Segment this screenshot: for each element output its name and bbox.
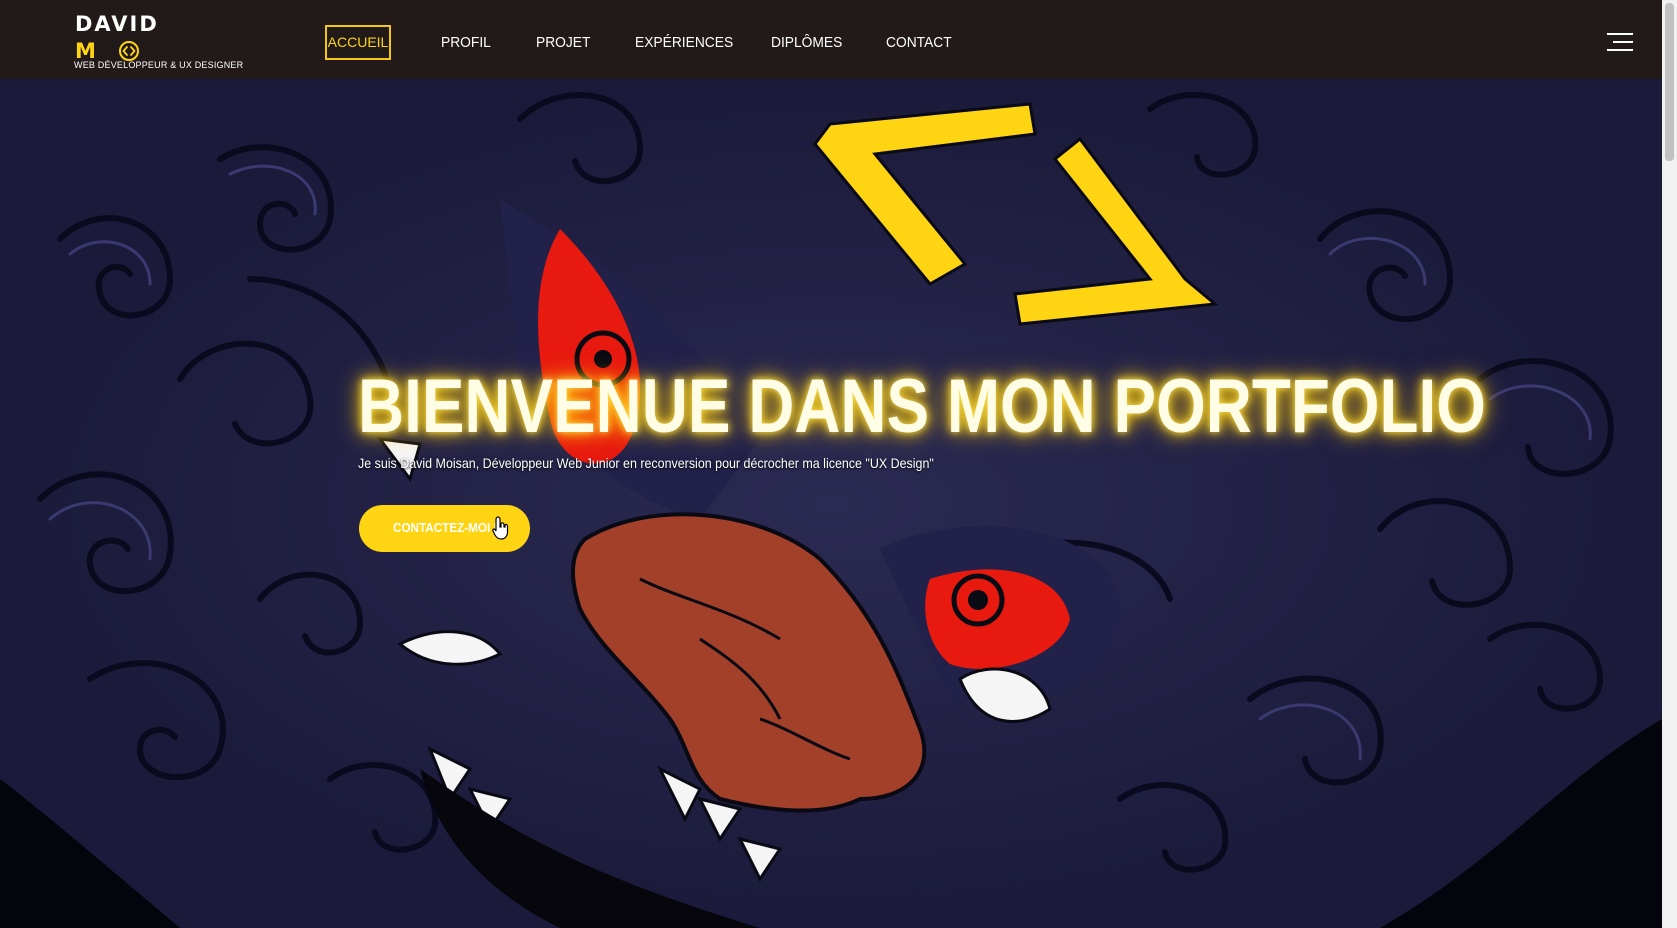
hero-title: BIENVENUE DANS MON PORTFOLIO: [358, 364, 1486, 449]
nav-item-profil[interactable]: PROFIL: [441, 25, 491, 60]
hand-pointer-icon: [492, 516, 509, 540]
nav-item-contact[interactable]: CONTACT: [886, 25, 952, 60]
hamburger-menu-icon[interactable]: [1605, 33, 1633, 51]
nav-item-experiences[interactable]: EXPÉRIENCES: [635, 25, 733, 60]
scrollbar-thumb[interactable]: [1665, 3, 1674, 161]
nav-item-accueil[interactable]: ACCUEIL: [325, 25, 391, 60]
logo-name-initial: M: [75, 39, 96, 63]
logo-tagline: WEB DÉVELOPPEUR & UX DESIGNER: [74, 60, 244, 70]
contact-me-label: CONTACTEZ-MOI !: [393, 520, 498, 535]
nav-item-projet[interactable]: PROJET: [536, 25, 590, 60]
page-scrollbar[interactable]: [1662, 0, 1677, 928]
code-brackets-icon: [119, 41, 139, 61]
nav-item-diplomes[interactable]: DIPLÔMES: [771, 25, 842, 60]
hero-subtitle: Je suis David Moisan, Développeur Web Ju…: [358, 455, 934, 471]
hero-section: BIENVENUE DANS MON PORTFOLIO Je suis Dav…: [0, 79, 1662, 928]
logo-name-first: DAVID: [75, 12, 159, 36]
foo-dog-illustration: [0, 79, 1662, 928]
brand-logo[interactable]: DAVID M WEB DÉVELOPPEUR & UX DESIGNER: [74, 12, 243, 73]
navbar: DAVID M WEB DÉVELOPPEUR & UX DESIGNER AC…: [0, 0, 1662, 79]
